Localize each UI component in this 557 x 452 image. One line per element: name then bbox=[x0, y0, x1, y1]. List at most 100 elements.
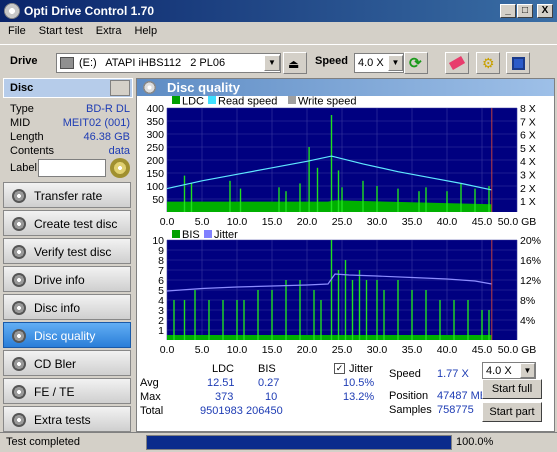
status-text: Test completed bbox=[6, 436, 80, 448]
chevron-down-icon[interactable]: ▼ bbox=[388, 55, 403, 71]
maximize-button[interactable]: □ bbox=[517, 4, 533, 18]
disc-label-icon[interactable] bbox=[110, 158, 130, 178]
y-tick-label: 350 bbox=[146, 116, 164, 128]
nav-disc-quality-button[interactable]: Disc quality bbox=[3, 322, 131, 348]
speed-key: Speed bbox=[389, 368, 421, 380]
bis-jitter-chart: 1098765432120%16%12%8%4%0.0 5.0 10.0 15.0 20… bbox=[152, 229, 541, 356]
x-tick-label: 10.0 bbox=[227, 216, 248, 228]
disc-icon bbox=[12, 273, 26, 287]
y2-tick-label: 1 X bbox=[520, 196, 536, 208]
total-ldc: 9501983 bbox=[200, 405, 243, 417]
nav-disc-info-button[interactable]: Disc info bbox=[3, 294, 131, 320]
settings-button[interactable]: ⚙ bbox=[476, 52, 500, 74]
nav-label: Extra tests bbox=[34, 413, 91, 427]
y-tick-label: 300 bbox=[146, 129, 164, 141]
legend-label: BIS bbox=[182, 229, 200, 241]
menu-file[interactable]: File bbox=[0, 22, 31, 37]
y-tick-label: 100 bbox=[146, 181, 164, 193]
close-button[interactable]: X bbox=[537, 4, 553, 18]
disc-header: Disc bbox=[3, 78, 133, 98]
nav-drive-info-button[interactable]: Drive info bbox=[3, 266, 131, 292]
drive-value: (E:) ATAPI iHBS112 2 PL06 bbox=[79, 57, 226, 69]
nav-label: FE / TE bbox=[34, 385, 75, 399]
avg-key: Avg bbox=[140, 377, 159, 389]
speed-readout: 1.77 X bbox=[437, 368, 469, 380]
jitter-avg: 10.5% bbox=[343, 377, 375, 389]
position-value: 47487 MB bbox=[437, 390, 488, 402]
start-part-button[interactable]: Start part bbox=[482, 402, 542, 422]
refresh-button[interactable]: ⟳ bbox=[404, 52, 428, 74]
drive-select[interactable]: (E:) ATAPI iHBS112 2 PL06 ▼ bbox=[56, 53, 281, 73]
progress-text: 100.0% bbox=[456, 436, 494, 448]
length-value: 46.38 GB bbox=[83, 131, 130, 143]
test-speed-select[interactable]: 4.0 X ▼ bbox=[482, 362, 536, 379]
y-tick-label: 400 bbox=[146, 103, 164, 115]
chevron-down-icon[interactable]: ▼ bbox=[264, 55, 280, 71]
menu-start-test[interactable]: Start test bbox=[31, 22, 88, 37]
x-tick-label: 45.0 bbox=[472, 216, 493, 228]
floppy-icon bbox=[512, 57, 525, 70]
y-tick-label: 1 bbox=[158, 325, 164, 337]
speed-value: 4.0 X bbox=[358, 57, 384, 69]
nav-label: CD Bler bbox=[34, 357, 77, 371]
mid-value: MEIT02 (001) bbox=[62, 117, 130, 129]
minimize-button[interactable]: _ bbox=[500, 4, 516, 18]
nav-fe-te-button[interactable]: FE / TE bbox=[3, 378, 131, 404]
nav-label: Disc quality bbox=[34, 329, 96, 343]
legend-swatch bbox=[208, 96, 216, 104]
legend-label: Read speed bbox=[218, 96, 277, 108]
x-tick-label: 10.0 bbox=[227, 344, 248, 356]
save-button[interactable] bbox=[506, 52, 530, 74]
x-tick-label: 35.0 bbox=[402, 344, 423, 356]
progress-fill bbox=[147, 436, 451, 449]
avg-ldc: 12.51 bbox=[207, 377, 235, 389]
y-tick-label: 150 bbox=[146, 168, 164, 180]
legend-label: Jitter bbox=[214, 229, 238, 241]
x-tick-label: 5.0 bbox=[195, 216, 210, 228]
x-tick-label: 20.0 bbox=[297, 216, 318, 228]
type-value: BD-R DL bbox=[85, 103, 130, 115]
disc-icon bbox=[12, 413, 26, 427]
eraser-icon bbox=[448, 56, 466, 70]
erase-button[interactable] bbox=[445, 52, 469, 74]
total-key: Total bbox=[140, 405, 164, 417]
y2-tick-label: 20% bbox=[520, 235, 541, 247]
ldc-header: LDC bbox=[212, 363, 235, 375]
label-key: Label bbox=[10, 162, 37, 174]
x-tick-label: 5.0 bbox=[195, 344, 210, 356]
nav-cd-bler-button[interactable]: CD Bler bbox=[3, 350, 131, 376]
x-tick-label: 15.0 bbox=[262, 344, 283, 356]
y2-tick-label: 6 X bbox=[520, 130, 536, 142]
start-full-button[interactable]: Start full bbox=[482, 379, 542, 399]
eject-icon: ⏏ bbox=[288, 57, 300, 71]
max-key: Max bbox=[140, 391, 161, 403]
disc-icon bbox=[12, 329, 26, 343]
jitter-checkbox[interactable]: ✓ bbox=[334, 363, 345, 374]
disc-icon bbox=[12, 301, 26, 315]
eject-button[interactable]: ⏏ bbox=[283, 52, 307, 74]
label-input[interactable] bbox=[38, 159, 106, 177]
nav-verify-test-disc-button[interactable]: Verify test disc bbox=[3, 238, 131, 264]
legend-swatch bbox=[204, 230, 212, 238]
chevron-down-icon[interactable]: ▼ bbox=[520, 363, 535, 378]
y2-tick-label: 5 X bbox=[520, 143, 536, 155]
jitter-max: 13.2% bbox=[343, 391, 375, 403]
title-bar: Opti Drive Control 1.70 _ □ X bbox=[0, 0, 557, 22]
drive-icon bbox=[60, 57, 74, 69]
speed-select[interactable]: 4.0 X ▼ bbox=[354, 53, 404, 73]
nav-transfer-rate-button[interactable]: Transfer rate bbox=[3, 182, 131, 208]
legend-swatch bbox=[288, 96, 296, 104]
menu-extra[interactable]: Extra bbox=[88, 22, 127, 37]
mid-key: MID bbox=[10, 117, 31, 129]
x-tick-label: 20.0 bbox=[297, 344, 318, 356]
disc-icon bbox=[12, 385, 26, 399]
nav-create-test-disc-button[interactable]: Create test disc bbox=[3, 210, 131, 236]
x-tick-label: 50.0 GB bbox=[498, 216, 537, 228]
x-tick-label: 0.0 bbox=[160, 344, 175, 356]
menu-help[interactable]: Help bbox=[126, 22, 162, 37]
x-tick-label: 30.0 bbox=[367, 344, 388, 356]
samples-key: Samples bbox=[389, 404, 432, 416]
nav-extra-tests-button[interactable]: Extra tests bbox=[3, 406, 131, 432]
y2-tick-label: 2 X bbox=[520, 183, 536, 195]
disc-refresh-button[interactable] bbox=[110, 80, 130, 96]
